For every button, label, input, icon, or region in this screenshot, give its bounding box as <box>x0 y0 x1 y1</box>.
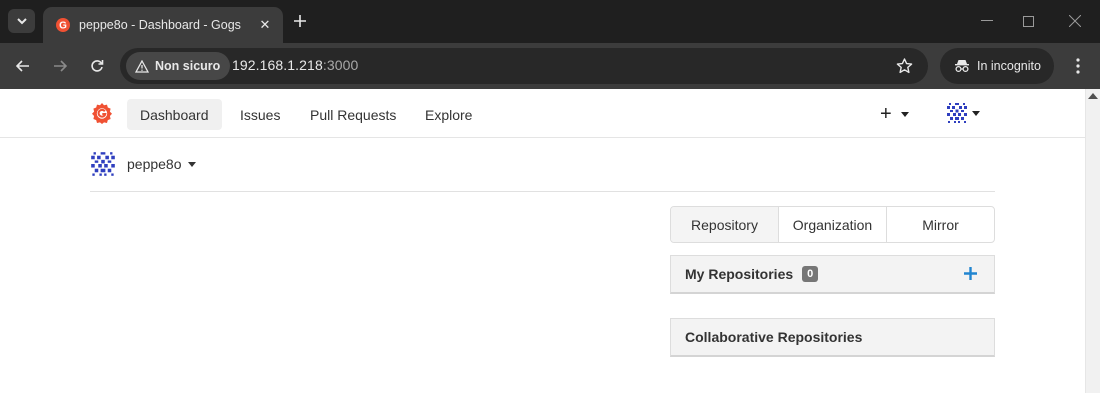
caret-down-icon <box>187 162 196 167</box>
context-username: peppe8o <box>127 156 182 172</box>
maximize-button[interactable] <box>1014 8 1042 34</box>
incognito-icon <box>955 60 969 73</box>
gogs-favicon-icon: G <box>55 17 71 33</box>
url-text: 192.168.1.218:3000 <box>232 57 358 73</box>
arrow-left-icon <box>16 60 29 72</box>
svg-text:G: G <box>59 21 67 32</box>
tab-organization[interactable]: Organization <box>779 207 887 242</box>
security-chip[interactable]: Non sicuro <box>126 52 231 80</box>
collaborative-repositories-title: Collaborative Repositories <box>685 329 863 345</box>
browser-tab[interactable]: G peppe8o - Dashboard - Gogs ✕ <box>43 7 283 43</box>
back-button[interactable] <box>11 54 35 78</box>
close-icon <box>1069 15 1081 27</box>
tab-mirror[interactable]: Mirror <box>887 207 994 242</box>
page-viewport: Dashboard Issues Pull Requests Explore + <box>0 89 1085 393</box>
nav-explore[interactable]: Explore <box>412 99 485 130</box>
user-avatar <box>90 151 116 177</box>
tab-title: peppe8o - Dashboard - Gogs <box>79 18 241 32</box>
gogs-logo-icon[interactable] <box>91 102 113 124</box>
minimize-button[interactable] <box>973 8 1001 34</box>
nav-pull-requests[interactable]: Pull Requests <box>297 99 409 130</box>
caret-down-icon <box>972 110 980 116</box>
my-repositories-title: My Repositories <box>685 266 794 282</box>
new-tab-button[interactable] <box>289 10 311 32</box>
vertical-scrollbar[interactable] <box>1085 89 1100 393</box>
browser-tabstrip: G peppe8o - Dashboard - Gogs ✕ <box>0 0 1100 43</box>
repo-count-badge: 0 <box>802 266 819 282</box>
security-label: Non sicuro <box>155 59 221 73</box>
nav-dashboard[interactable]: Dashboard <box>127 99 222 130</box>
browser-toolbar: Non sicuro 192.168.1.218:3000 In incogni… <box>0 43 1100 89</box>
minimize-icon <box>981 20 993 21</box>
maximize-icon <box>1022 15 1034 27</box>
close-window-button[interactable] <box>1061 8 1089 34</box>
forward-button[interactable] <box>48 54 72 78</box>
plus-icon <box>294 15 306 27</box>
context-user-switcher[interactable]: peppe8o <box>90 151 196 177</box>
url-port: :3000 <box>322 57 359 73</box>
url-host: 192.168.1.218 <box>232 57 323 73</box>
reload-icon <box>91 60 104 72</box>
repo-type-tabs: Repository Organization Mirror <box>670 206 995 243</box>
add-repository-icon[interactable] <box>964 267 977 280</box>
tab-repository[interactable]: Repository <box>671 207 779 242</box>
avatar <box>946 102 968 124</box>
nav-issues[interactable]: Issues <box>227 99 293 130</box>
collaborative-repositories-header: Collaborative Repositories <box>670 318 995 357</box>
gogs-top-navbar: Dashboard Issues Pull Requests Explore + <box>0 89 1085 138</box>
tab-search-button[interactable] <box>8 9 35 33</box>
warning-triangle-icon <box>135 59 149 73</box>
arrow-right-icon <box>54 60 67 72</box>
create-new-dropdown[interactable]: + <box>880 103 909 126</box>
my-repositories-header: My Repositories 0 <box>670 255 995 294</box>
create-plus-symbol: + <box>880 103 892 125</box>
header-divider <box>90 191 995 192</box>
caret-down-icon <box>900 112 909 117</box>
incognito-indicator[interactable]: In incognito <box>940 48 1054 84</box>
bookmark-star-icon[interactable] <box>894 56 914 76</box>
reload-button[interactable] <box>85 54 109 78</box>
user-avatar-dropdown[interactable] <box>946 102 980 124</box>
tab-close-icon[interactable]: ✕ <box>255 15 275 35</box>
kebab-menu-icon <box>1076 58 1080 74</box>
scroll-up-arrow-icon[interactable] <box>1088 93 1098 99</box>
browser-menu-button[interactable] <box>1066 54 1090 78</box>
incognito-label: In incognito <box>977 59 1041 73</box>
address-bar[interactable]: Non sicuro 192.168.1.218:3000 <box>120 48 928 84</box>
chevron-down-icon <box>16 17 27 24</box>
